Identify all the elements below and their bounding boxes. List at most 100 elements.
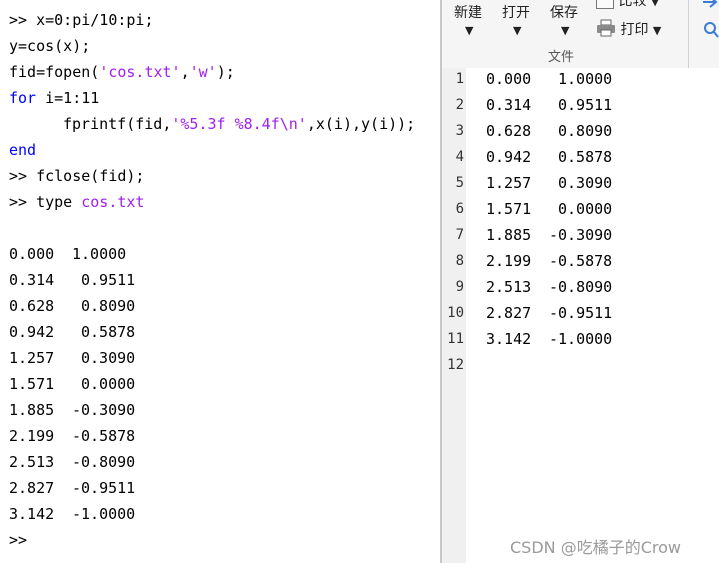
command-text: y=cos(x);: [9, 37, 91, 55]
output-line: 0.314 0.9511: [9, 267, 135, 293]
output-y: 0.8090: [81, 297, 136, 315]
toolstrip-separator: [688, 0, 689, 68]
open-label: 打开: [502, 5, 530, 21]
compare-label: 比较: [618, 0, 647, 9]
output-line: 0.942 0.5878: [9, 319, 135, 345]
line-number: 7: [455, 227, 464, 243]
string-literal: 'w': [189, 63, 217, 81]
output-y: -0.3090: [72, 401, 136, 419]
editor-y-value: 0.8090: [558, 122, 613, 140]
watermark: CSDN @吃橘子的Crow: [510, 538, 681, 557]
output-y: 0.0000: [81, 375, 136, 393]
output-line: 1.257 0.3090: [9, 345, 135, 371]
prompt: >>: [9, 167, 28, 185]
line-number: 2: [455, 97, 464, 113]
editor-y-value: 0.3090: [558, 174, 613, 192]
editor-y-value: -0.8090: [549, 278, 613, 296]
new-button[interactable]: 新建 ▼: [454, 2, 482, 37]
command-line[interactable]: >>: [9, 527, 27, 553]
search-icon[interactable]: [703, 21, 719, 43]
editor-pane[interactable]: 1 2 3 4 5 6 7 8 9 10 11 12 0.000 1.0000 …: [442, 68, 719, 563]
line-number: 3: [455, 123, 464, 139]
output-line: 1.571 0.0000: [9, 371, 135, 397]
output-y: -1.0000: [72, 505, 136, 523]
keyword: end: [9, 141, 37, 159]
line-number: 10: [447, 305, 464, 321]
editor-y-value: -1.0000: [549, 330, 613, 348]
line-number: 6: [455, 201, 464, 217]
command-line: for i=1:11: [9, 85, 99, 111]
output-line: 2.513 -0.8090: [9, 449, 135, 475]
compare-button[interactable]: 比较 ▼: [596, 0, 659, 10]
command-line: fprintf(fid,'%5.3f %8.4f\n',x(i),y(i));: [63, 111, 415, 137]
save-label: 保存: [550, 5, 578, 21]
output-x: 2.199: [9, 427, 55, 445]
string-literal: 'cos.txt': [99, 63, 181, 81]
output-x: 3.142: [9, 505, 55, 523]
prompt: >>: [9, 193, 28, 211]
editor-y-value: 0.5878: [558, 148, 613, 166]
output-x: 1.885: [9, 401, 55, 419]
output-x: 2.827: [9, 479, 55, 497]
compare-icon: [596, 0, 614, 9]
save-button[interactable]: 保存 ▼: [550, 2, 578, 37]
output-y: 0.3090: [81, 349, 136, 367]
editor-x-value: 0.000: [486, 70, 532, 88]
editor-y-value: -0.5878: [549, 252, 613, 270]
editor-x-value: 0.942: [486, 148, 532, 166]
output-line: 2.827 -0.9511: [9, 475, 135, 501]
command-text: type: [36, 193, 82, 211]
printer-icon: [596, 19, 616, 41]
editor-x-value: 2.827: [486, 304, 532, 322]
editor-y-value: 0.9511: [558, 96, 613, 114]
editor-y-value: -0.3090: [549, 226, 613, 244]
output-x: 0.000: [9, 245, 55, 263]
editor-x-value: 1.257: [486, 174, 532, 192]
output-line: 0.000 1.0000: [9, 241, 126, 267]
editor-x-value: 2.513: [486, 278, 532, 296]
command-line: >> x=0:pi/10:pi;: [9, 7, 154, 33]
editor-y-value: 1.0000: [558, 70, 613, 88]
editor-x-value: 2.199: [486, 252, 532, 270]
dropdown-arrow-icon: ▼: [513, 24, 522, 37]
output-line: 3.142 -1.0000: [9, 501, 135, 527]
output-y: 1.0000: [72, 245, 127, 263]
editor-x-value: 1.571: [486, 200, 532, 218]
command-text: fprintf(fid,: [63, 115, 172, 133]
output-y: 0.5878: [81, 323, 136, 341]
keyword: for: [9, 89, 37, 107]
print-button[interactable]: 打印 ▼: [596, 19, 661, 41]
line-number: 11: [447, 331, 464, 347]
print-label: 打印: [620, 22, 649, 38]
output-x: 0.942: [9, 323, 55, 341]
output-y: 0.9511: [81, 271, 136, 289]
arrow-icon[interactable]: [702, 0, 719, 13]
command-line: end: [9, 137, 36, 163]
editor-y-value: -0.9511: [549, 304, 613, 322]
editor-toolstrip: 新建 ▼ 打开 ▼ 保存 ▼ 比较 ▼ 打印 ▼ 文件: [442, 0, 719, 69]
command-text: ,x(i),y(i));: [306, 115, 416, 133]
output-x: 1.571: [9, 375, 55, 393]
output-x: 0.628: [9, 297, 55, 315]
line-number: 1: [455, 71, 464, 87]
output-line: 2.199 -0.5878: [9, 423, 135, 449]
dropdown-arrow-icon: ▼: [561, 24, 570, 37]
file-link[interactable]: cos.txt: [81, 193, 144, 211]
editor-x-value: 3.142: [486, 330, 532, 348]
command-text: ,: [180, 63, 190, 81]
output-y: -0.5878: [72, 427, 136, 445]
line-number: 4: [455, 149, 464, 165]
output-line: 1.885 -0.3090: [9, 397, 135, 423]
open-button[interactable]: 打开 ▼: [502, 2, 530, 37]
command-line: y=cos(x);: [9, 33, 90, 59]
output-line: 0.628 0.8090: [9, 293, 135, 319]
line-number: 9: [455, 279, 464, 295]
command-window[interactable]: >> x=0:pi/10:pi; y=cos(x); fid=fopen('co…: [0, 0, 440, 563]
editor-x-value: 0.628: [486, 122, 532, 140]
command-text: fid=fopen(: [9, 63, 100, 81]
editor-x-value: 1.885: [486, 226, 532, 244]
line-number: 5: [455, 175, 464, 191]
output-y: -0.8090: [72, 453, 136, 471]
new-label: 新建: [454, 5, 482, 21]
editor-x-value: 0.314: [486, 96, 532, 114]
